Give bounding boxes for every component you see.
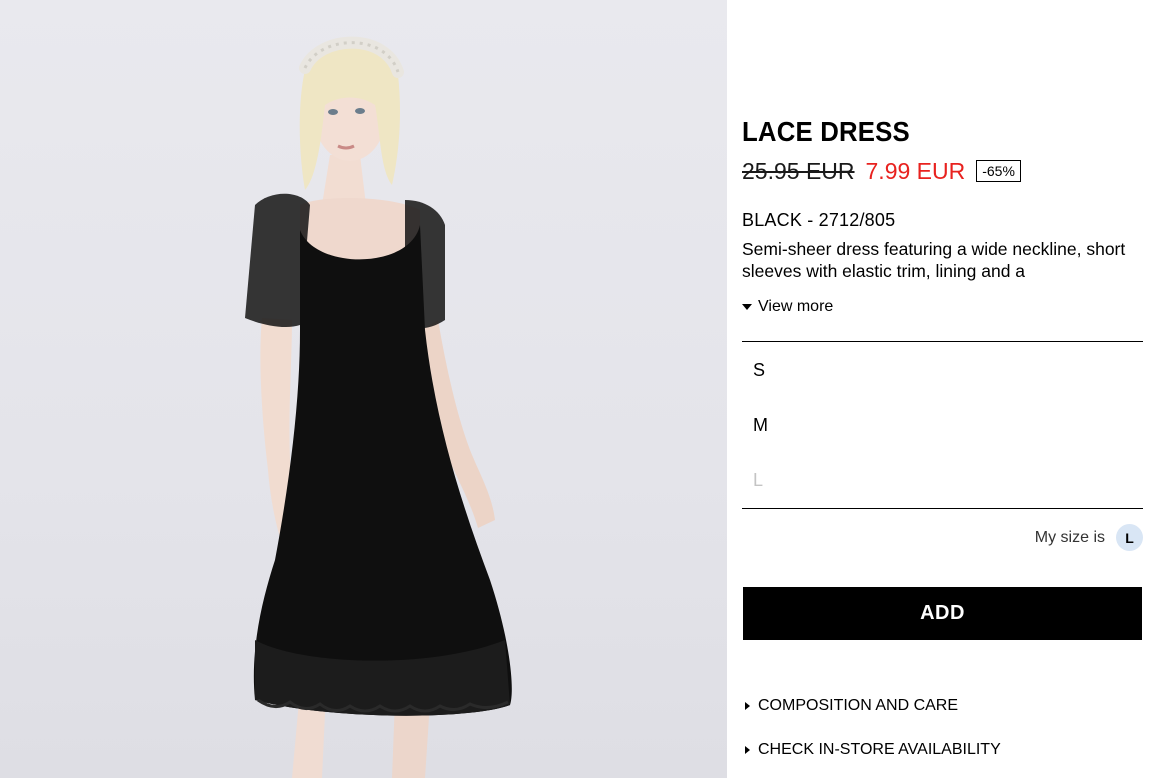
accordion-label: CHECK IN-STORE AVAILABILITY bbox=[758, 741, 1001, 758]
view-more-toggle[interactable]: View more bbox=[742, 298, 833, 316]
price-row: 25.95 EUR 7.99 EUR -65% bbox=[742, 156, 1021, 186]
add-to-cart-button[interactable]: ADD bbox=[743, 587, 1142, 640]
size-selector: S M L bbox=[742, 341, 1143, 509]
view-more-label: View more bbox=[758, 298, 834, 315]
product-image[interactable] bbox=[0, 0, 727, 778]
original-price: 25.95 EUR bbox=[742, 157, 855, 184]
check-store-availability-link[interactable]: CHECK IN-STORE AVAILABILITY bbox=[745, 741, 1001, 759]
product-page: LACE DRESS 25.95 EUR 7.99 EUR -65% BLACK… bbox=[0, 0, 1150, 778]
my-size-badge[interactable]: L bbox=[1116, 524, 1143, 551]
size-option-m[interactable]: M bbox=[753, 415, 768, 436]
my-size-indicator: My size is L bbox=[1035, 524, 1143, 551]
accordion-label: COMPOSITION AND CARE bbox=[758, 697, 959, 714]
size-option-l[interactable]: L bbox=[753, 470, 763, 491]
size-option-s[interactable]: S bbox=[753, 360, 765, 381]
my-size-label: My size is bbox=[1034, 528, 1105, 546]
sale-price: 7.99 EUR bbox=[865, 157, 966, 184]
model-illustration bbox=[245, 36, 512, 778]
product-title: LACE DRESS bbox=[742, 116, 910, 147]
product-description: Semi-sheer dress featuring a wide neckli… bbox=[742, 239, 1126, 281]
caret-right-icon bbox=[745, 702, 750, 710]
product-info-panel: LACE DRESS 25.95 EUR 7.99 EUR -65% BLACK… bbox=[742, 0, 1143, 778]
caret-right-icon bbox=[745, 746, 750, 754]
composition-and-care-link[interactable]: COMPOSITION AND CARE bbox=[745, 697, 958, 715]
caret-down-icon bbox=[742, 304, 752, 310]
discount-badge: -65% bbox=[976, 160, 1021, 182]
color-reference: BLACK - 2712/805 bbox=[742, 210, 896, 230]
